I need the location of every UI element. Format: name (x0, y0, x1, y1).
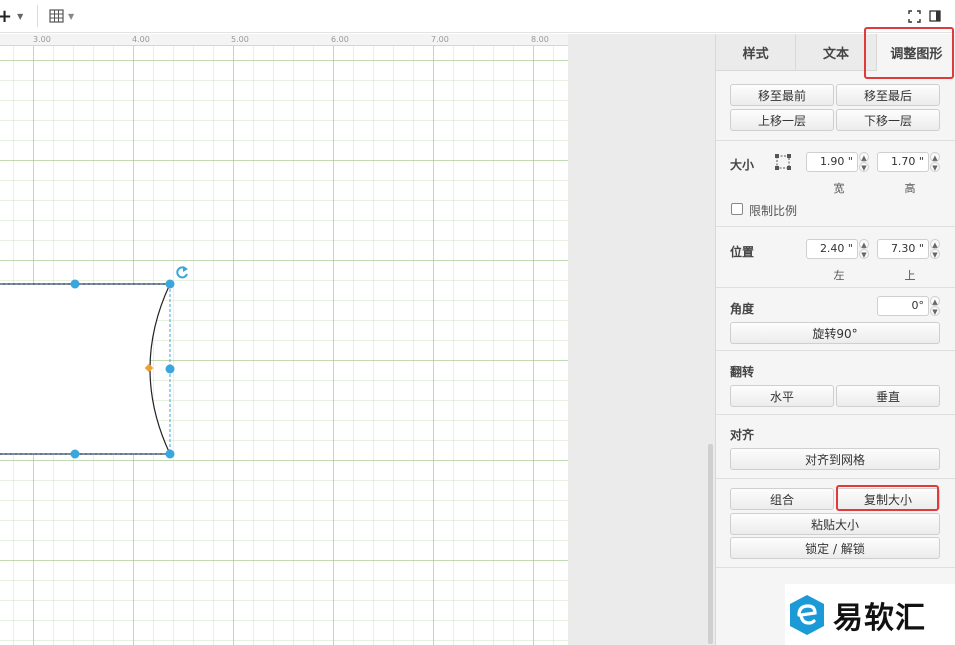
top-input[interactable]: 7.30 " (877, 239, 929, 259)
left-stepper[interactable]: ▲ ▼ (859, 239, 869, 259)
angle-stepper[interactable]: ▲ ▼ (930, 296, 940, 316)
lock-ratio-checkbox[interactable] (731, 203, 743, 215)
left-input[interactable]: 2.40 " (806, 239, 858, 259)
canvas-scrollbar[interactable] (708, 444, 713, 644)
lock-ratio-label: 限制比例 (749, 204, 798, 218)
flip-vertical-button[interactable]: 垂直 (836, 385, 940, 407)
format-panel: 样式 文本 调整图形 移至最前 移至最后 上移一层 下移一层 大小 1.90 "… (715, 27, 955, 645)
shape-body[interactable] (0, 283, 171, 455)
angle-section: 角度 0° ▲ ▼ 旋转90° (716, 288, 955, 351)
flip-section: 翻转 水平 垂直 (716, 351, 955, 415)
fullscreen-button[interactable] (908, 5, 921, 27)
horizontal-ruler: 3.00 4.00 5.00 6.00 7.00 8.00 (0, 34, 568, 46)
align-label: 对齐 (730, 428, 755, 442)
insert-button[interactable]: + ▼ (0, 5, 23, 27)
resize-handle-bottom[interactable] (70, 449, 80, 459)
caret-down-icon: ▼ (68, 11, 75, 21)
tab-style[interactable]: 样式 (716, 34, 797, 71)
position-label: 位置 (730, 245, 755, 259)
panel-toggle-icon (929, 10, 941, 22)
height-caption: 高 (904, 182, 916, 195)
to-front-button[interactable]: 移至最前 (730, 84, 834, 106)
flip-label: 翻转 (730, 365, 755, 379)
angle-input[interactable]: 0° (877, 296, 929, 316)
rotate-90-button[interactable]: 旋转90° (730, 322, 940, 344)
watermark-text: 易软汇 (833, 600, 926, 636)
ruler-label: 5.00 (231, 35, 249, 44)
misc-section: 组合 复制大小 粘贴大小 锁定 / 解锁 (716, 479, 955, 568)
watermark: 易软汇 (785, 584, 955, 645)
left-caption: 左 (833, 269, 845, 282)
arrange-section: 移至最前 移至最后 上移一层 下移一层 (716, 71, 955, 141)
ruler-label: 3.00 (33, 35, 51, 44)
snap-to-grid-button[interactable]: 对齐到网格 (730, 448, 940, 470)
drawing-paper[interactable] (0, 46, 568, 645)
width-stepper[interactable]: ▲ ▼ (859, 152, 869, 172)
toolbar-divider (37, 5, 38, 27)
table-icon (49, 9, 64, 23)
width-caption: 宽 (833, 182, 845, 195)
group-button[interactable]: 组合 (730, 488, 834, 510)
align-section: 对齐 对齐到网格 (716, 415, 955, 479)
resize-icon[interactable] (774, 153, 792, 171)
size-section: 大小 1.90 " ▲ ▼ 1.70 " ▲ ▼ 宽 高 限制比例 (716, 141, 955, 227)
up-one-button[interactable]: 上移一层 (730, 109, 834, 131)
size-label: 大小 (730, 158, 755, 172)
tab-arrange[interactable]: 调整图形 (876, 34, 955, 71)
plus-icon: + (0, 5, 13, 27)
position-section: 位置 2.40 " ▲ ▼ 7.30 " ▲ ▼ 左 上 (716, 227, 955, 288)
height-stepper[interactable]: ▲ ▼ (930, 152, 940, 172)
ruler-label: 4.00 (132, 35, 150, 44)
top-caption: 上 (904, 269, 916, 282)
angle-label: 角度 (730, 302, 755, 316)
fullscreen-icon (908, 9, 921, 23)
rotate-icon[interactable] (176, 266, 188, 279)
ruler-label: 8.00 (531, 35, 549, 44)
paste-size-button[interactable]: 粘贴大小 (730, 513, 940, 535)
resize-handle-top-right[interactable] (165, 279, 175, 289)
table-button[interactable]: ▼ (49, 5, 74, 27)
logo-icon (790, 594, 824, 635)
panel-toggle-button[interactable] (929, 5, 941, 27)
flip-horizontal-button[interactable]: 水平 (730, 385, 834, 407)
resize-handle-right[interactable] (165, 364, 175, 374)
ruler-label: 7.00 (431, 35, 449, 44)
top-stepper[interactable]: ▲ ▼ (930, 239, 940, 259)
resize-handle-top[interactable] (70, 279, 80, 289)
caret-down-icon: ▼ (17, 11, 24, 21)
resize-handle-bottom-right[interactable] (165, 449, 175, 459)
copy-size-button[interactable]: 复制大小 (836, 488, 940, 510)
panel-tabs: 样式 文本 调整图形 (716, 34, 955, 71)
lock-unlock-button[interactable]: 锁定 / 解锁 (730, 537, 940, 559)
ruler-label: 6.00 (331, 35, 349, 44)
to-back-button[interactable]: 移至最后 (836, 84, 940, 106)
tab-text[interactable]: 文本 (796, 34, 877, 71)
down-one-button[interactable]: 下移一层 (836, 109, 940, 131)
selected-shape[interactable] (0, 264, 200, 464)
width-input[interactable]: 1.90 " (806, 152, 858, 172)
top-toolbar: + ▼ ▼ (0, 0, 955, 33)
height-input[interactable]: 1.70 " (877, 152, 929, 172)
canvas-area[interactable]: 3.00 4.00 5.00 6.00 7.00 8.00 (0, 34, 715, 645)
